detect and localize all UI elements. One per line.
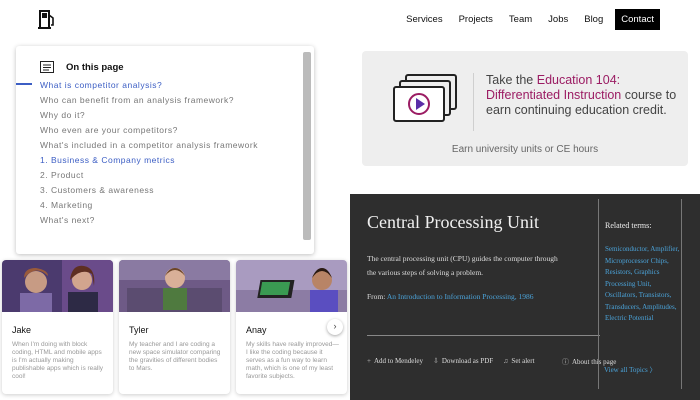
course-promo-card[interactable]: Take the Education 104: Differentiated I…: [362, 51, 688, 166]
view-all-topics-link[interactable]: View all Topics 〉: [604, 365, 656, 375]
set-alert-label: Set alert: [511, 357, 535, 365]
add-to-mendeley-label: Add to Mendeley: [373, 357, 423, 365]
cpu-source: From: An Introduction to Information Pro…: [367, 292, 533, 301]
promo-footer: Earn university units or CE hours: [451, 144, 599, 155]
download-icon: ⇩: [432, 357, 439, 365]
nav-blog[interactable]: Blog: [576, 10, 611, 29]
student-photo-image: [2, 260, 113, 312]
promo-divider: [473, 73, 474, 131]
nav-projects[interactable]: Projects: [451, 10, 501, 29]
document-icon: [40, 61, 54, 73]
student-card-tyler[interactable]: Tyler My teacher and I are coding a new …: [119, 260, 230, 394]
toc-link-who-benefits[interactable]: Who can benefit from an analysis framewo…: [16, 95, 314, 105]
toc-title: On this page: [66, 61, 124, 73]
student-quote: My skills have really improved—I like th…: [246, 341, 339, 380]
download-pdf-button[interactable]: ⇩ Download as PDF: [433, 357, 493, 365]
toc-link-included[interactable]: What's included in a competitor analysis…: [16, 140, 314, 150]
cpu-actions: + Add to Mendeley ⇩ Download as PDF ♫ Set a…: [367, 357, 535, 365]
nav-team[interactable]: Team: [501, 10, 540, 29]
source-link[interactable]: An Introduction to Information Processin…: [387, 292, 534, 301]
contact-button[interactable]: Contact: [615, 9, 660, 30]
view-all-label: View all Topics: [604, 366, 648, 374]
student-quote: My teacher and I are coding a new space …: [129, 341, 221, 372]
nav-services[interactable]: Services: [398, 10, 450, 29]
related-terms-title: Related terms:: [605, 221, 652, 230]
source-label: From:: [367, 292, 387, 301]
promo-line1: Take the: [486, 73, 537, 87]
student-name: Tyler: [129, 325, 149, 335]
promo-text: Take the Education 104: Differentiated I…: [486, 73, 686, 118]
on-this-page-panel: On this page What is competitor analysis…: [16, 46, 314, 254]
toc-link-marketing[interactable]: 4. Marketing: [16, 200, 314, 210]
video-course-icon: [393, 74, 457, 122]
toc-link-business[interactable]: 1. Business & Company metrics: [16, 155, 314, 165]
nav-jobs[interactable]: Jobs: [540, 10, 576, 29]
related-terms-list[interactable]: Semiconductor, Amplifier, Microprocessor…: [605, 244, 681, 325]
toc-list: What is competitor analysis? Who can ben…: [16, 80, 314, 225]
download-pdf-label: Download as PDF: [441, 357, 494, 365]
toc-link-what-is[interactable]: What is competitor analysis?: [16, 80, 314, 90]
info-icon: ⓘ: [562, 358, 569, 366]
cpu-definition-panel: Central Processing Unit The central proc…: [350, 194, 700, 400]
related-terms-panel: Related terms: Semiconductor, Amplifier,…: [598, 199, 682, 389]
toc-link-competitors[interactable]: Who even are your competitors?: [16, 125, 314, 135]
plus-icon: +: [367, 357, 371, 365]
add-to-mendeley-button[interactable]: + Add to Mendeley: [367, 357, 423, 365]
student-card-jake[interactable]: Jake When I'm doing with block coding, H…: [2, 260, 113, 394]
carousel-next-button[interactable]: ›: [327, 319, 343, 335]
chevron-right-icon: ›: [333, 321, 337, 331]
cpu-title: Central Processing Unit: [367, 212, 539, 232]
main-nav: Services Projects Team Jobs Blog Contact: [398, 9, 660, 30]
fuel-pump-logo-icon[interactable]: [38, 8, 56, 30]
toc-link-whats-next[interactable]: What's next?: [16, 215, 314, 225]
cpu-description: The central processing unit (CPU) guides…: [367, 254, 558, 277]
student-photo-image: [236, 260, 347, 312]
student-photo-image: [119, 260, 230, 312]
toc-link-why[interactable]: Why do it?: [16, 110, 314, 120]
divider: [367, 335, 600, 336]
toc-header: On this page: [16, 46, 314, 76]
toc-scrollbar[interactable]: [303, 52, 311, 240]
student-name: Jake: [12, 325, 32, 335]
set-alert-button[interactable]: ♫ Set alert: [503, 357, 534, 365]
bell-icon: ♫: [503, 357, 509, 365]
toc-link-product[interactable]: 2. Product: [16, 170, 314, 180]
student-quote: When I'm doing with block coding, HTML a…: [12, 341, 104, 380]
toc-link-customers[interactable]: 3. Customers & awareness: [16, 185, 314, 195]
